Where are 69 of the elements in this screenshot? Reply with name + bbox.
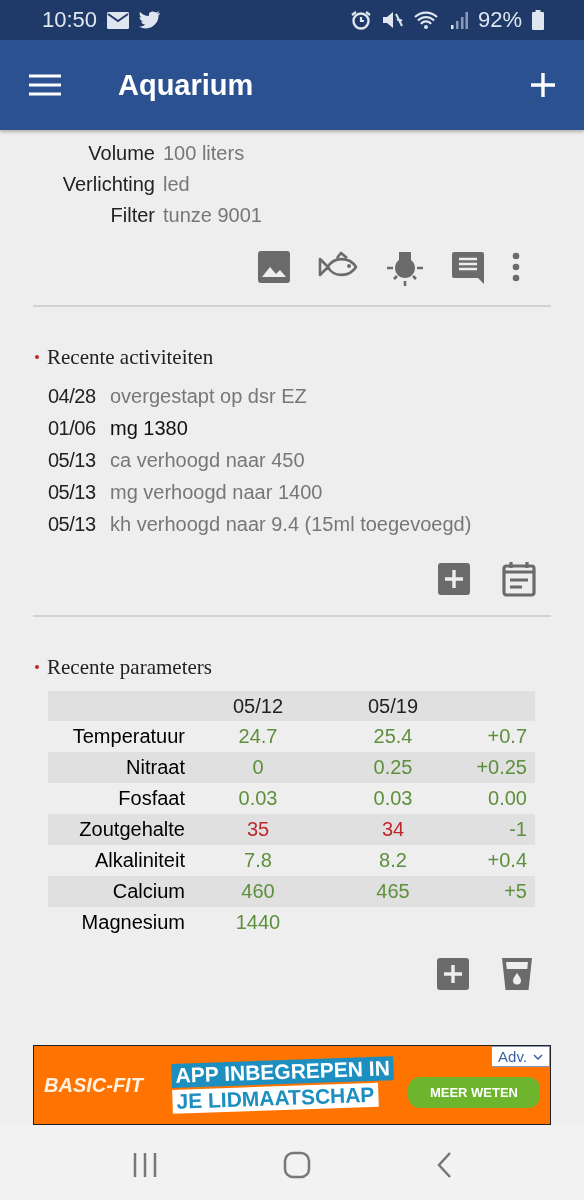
bullet-icon — [35, 355, 39, 359]
chevron-icon — [533, 1053, 543, 1060]
add-icon[interactable] — [437, 958, 469, 990]
ad-label[interactable]: Adv. — [491, 1046, 550, 1067]
mail-icon — [107, 11, 130, 29]
table-cell-text: 34 — [380, 818, 406, 841]
back-icon[interactable] — [435, 1151, 452, 1178]
activity-row[interactable]: 05/13 mg verhoogd naar 1400 — [48, 476, 551, 508]
menu-icon[interactable] — [28, 73, 62, 97]
table-cell-text: Temperatuur — [71, 725, 185, 748]
app-title: Aquarium — [118, 68, 255, 102]
bullet-icon — [35, 665, 39, 669]
table-cell-text: +0.25 — [475, 756, 528, 779]
mute-icon — [381, 10, 404, 30]
table-cell-text: 25.4 — [372, 725, 414, 748]
alarm-icon — [349, 10, 372, 30]
wifi-icon — [413, 10, 440, 30]
brand-logo: BASIC-FIT — [44, 1073, 146, 1097]
signal-icon — [449, 10, 468, 30]
table-cell-text: 35 — [245, 818, 271, 841]
table-cell-text: 0.03 — [237, 787, 279, 810]
table-cell-text: Fosfaat — [117, 787, 185, 810]
table-cell-text: +5 — [503, 880, 528, 903]
field-label: Filter — [109, 203, 155, 228]
table-cell-text: 24.7 — [237, 725, 279, 748]
cup-icon[interactable] — [501, 957, 533, 991]
table-cell-text: 0.00 — [487, 787, 528, 810]
table-cell-text: Calcium — [111, 880, 185, 903]
field-value: 100 liters — [163, 141, 246, 166]
table-cell-text: 8.2 — [378, 849, 408, 872]
clock-time: 10:50 — [42, 7, 98, 33]
home-icon[interactable] — [283, 1150, 311, 1179]
table-cell-text: 460 — [240, 880, 276, 903]
table-cell-text: 0.03 — [372, 787, 414, 810]
table-cell-text: 7.8 — [243, 849, 273, 872]
comment-icon[interactable] — [451, 250, 485, 284]
activity-row[interactable]: 05/13 ca verhoogd naar 450 — [48, 444, 551, 476]
field-value: led — [163, 172, 191, 197]
table-cell-text: -1 — [508, 818, 528, 841]
calendar-icon[interactable] — [502, 561, 536, 597]
section-title: Recente activiteiten — [47, 344, 214, 370]
table-cell-text: +0.4 — [486, 849, 528, 872]
activity-row[interactable]: 05/13 kh verhoogd naar 9.4 (15ml toegevoegd) — [48, 508, 551, 540]
table-cell-text: Alkaliniteit — [93, 849, 185, 872]
battery-icon — [532, 10, 544, 30]
table-cell-text: 1440 — [234, 911, 282, 934]
add-icon[interactable] — [530, 72, 556, 98]
field-label: Verlichting — [61, 172, 155, 197]
section-title: Recente parameters — [47, 654, 212, 680]
recent-apps-icon[interactable] — [132, 1151, 159, 1178]
table-cell-text: Nitraat — [125, 756, 185, 779]
ad-banner[interactable]: Adv. BASIC-FIT APP INBEGREPEN IN JE LIDMAATSCHAP MEER WETEN — [33, 1045, 551, 1125]
column-header: 05/12 — [231, 694, 285, 718]
table-cell-text: 0.25 — [372, 756, 414, 779]
add-icon[interactable] — [438, 563, 470, 595]
table-cell-text: +0.7 — [486, 725, 528, 748]
image-icon[interactable] — [257, 250, 291, 284]
table-cell-text: 465 — [375, 880, 411, 903]
battery-percentage: 92% — [477, 7, 522, 33]
bird-icon — [139, 11, 162, 29]
activity-row[interactable]: 04/28 overgestapt op dsr EZ — [48, 380, 551, 412]
field-label: Volume — [87, 141, 155, 166]
column-header: 05/19 — [366, 694, 420, 718]
table-cell-text: Magnesium — [80, 911, 185, 934]
table-cell-text: Zoutgehalte — [78, 818, 185, 841]
more-icon[interactable] — [511, 252, 521, 282]
table-cell-text: 0 — [251, 756, 265, 779]
activity-row[interactable]: 01/06 mg 1380 — [48, 412, 551, 444]
field-value: tunze 9001 — [163, 203, 263, 228]
